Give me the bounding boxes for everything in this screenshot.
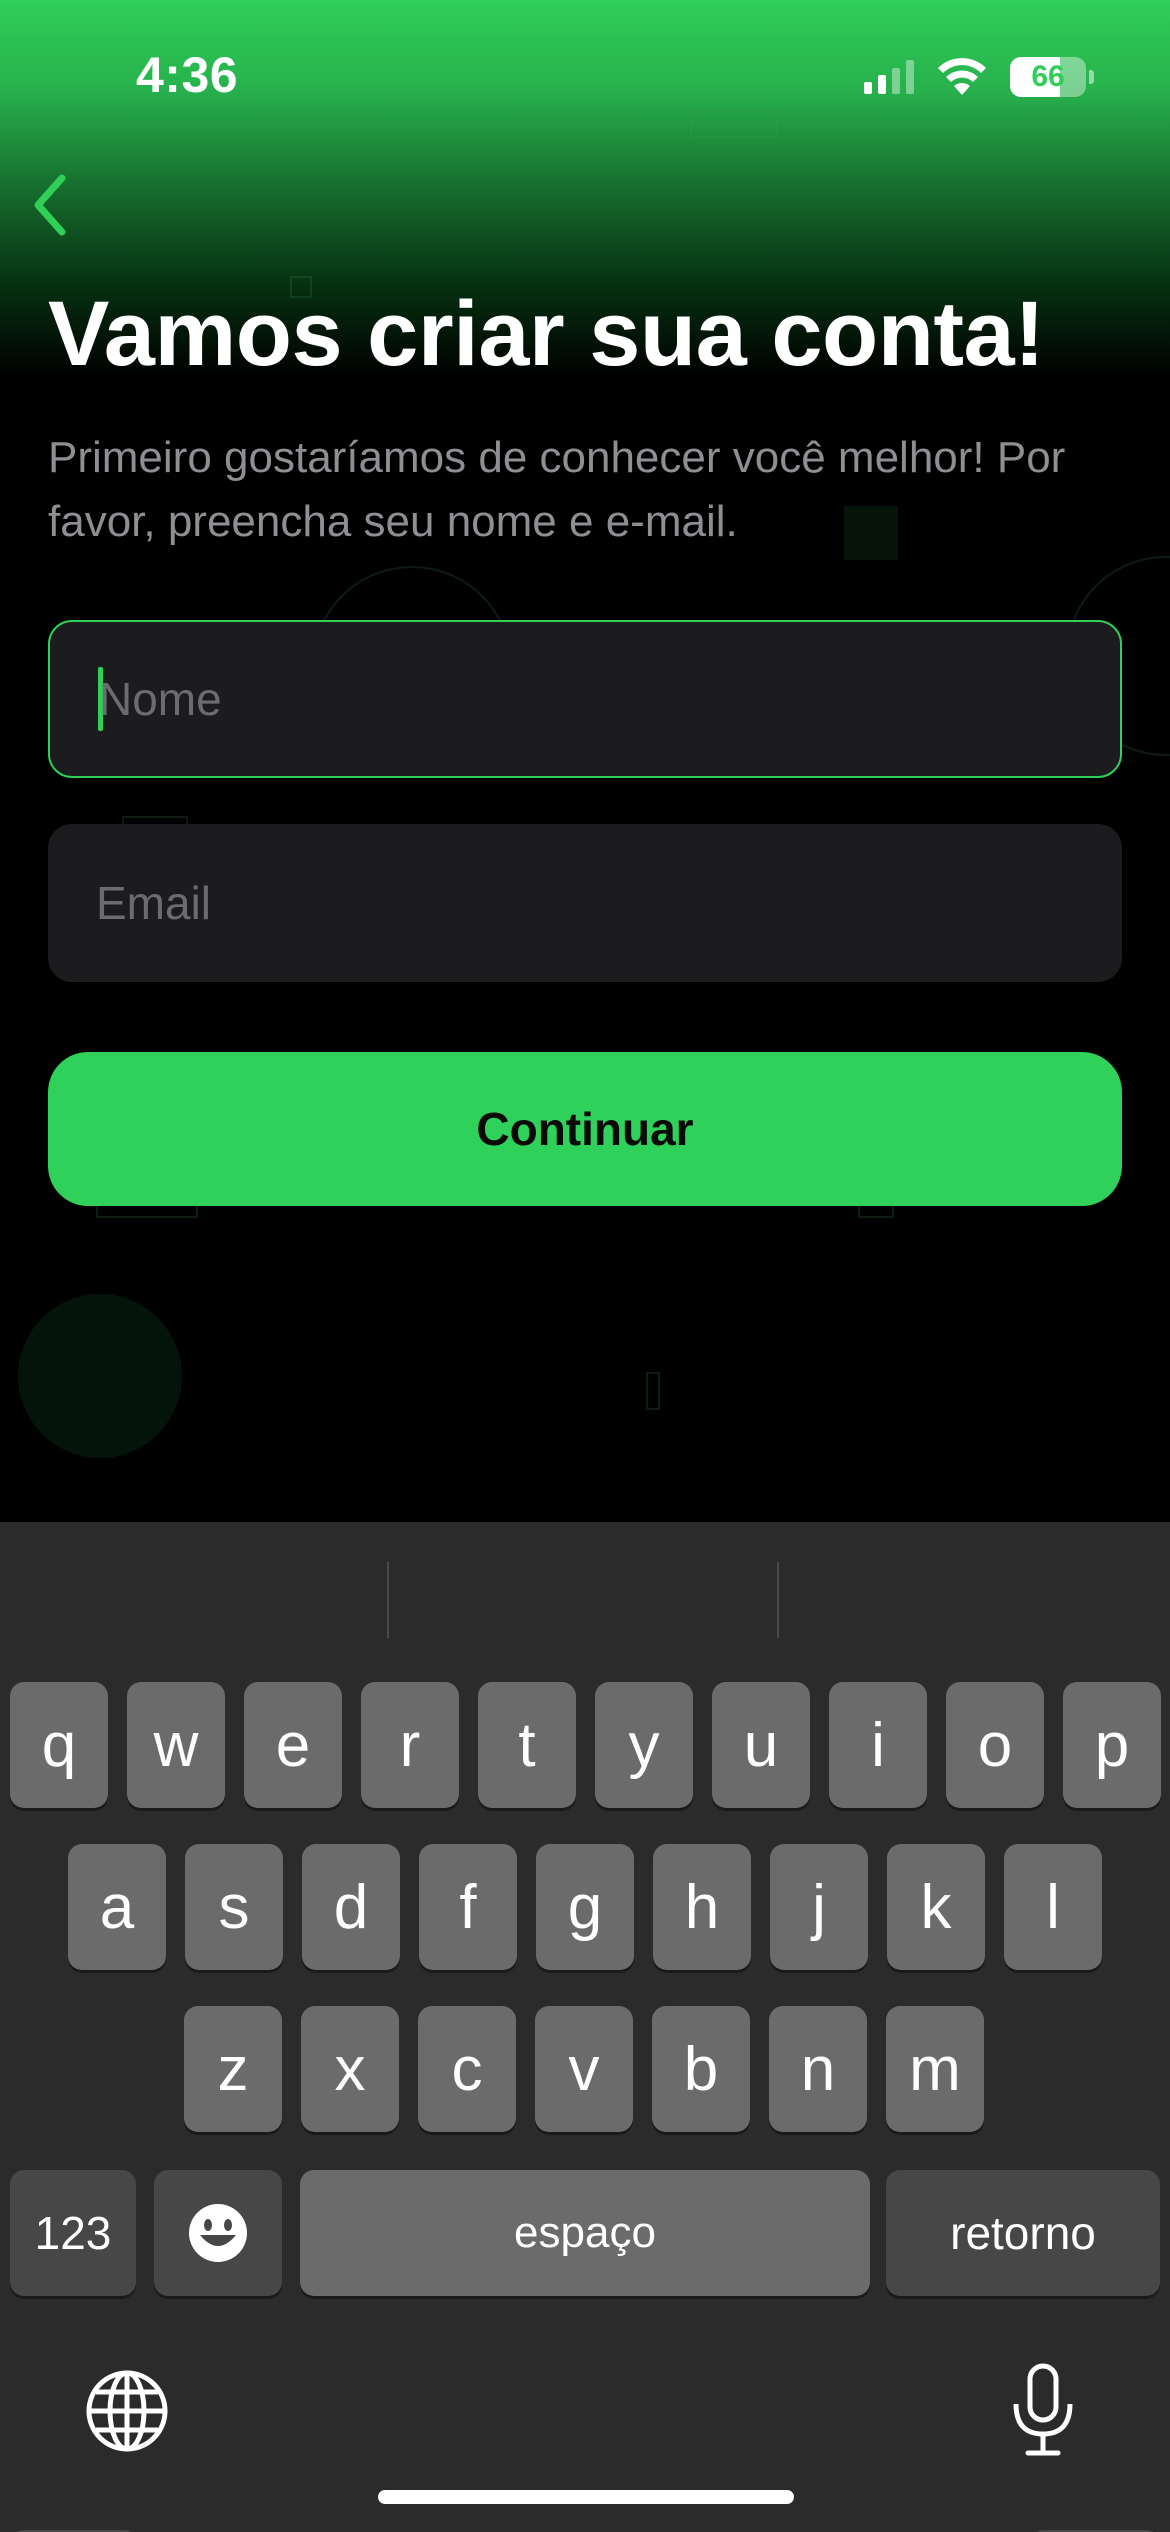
email-field[interactable] <box>48 824 1122 982</box>
key-e[interactable]: e <box>244 1682 342 1808</box>
page-subtitle: Primeiro gostaríamos de conhecer você me… <box>48 433 1066 546</box>
wifi-icon <box>938 58 986 95</box>
suggestion-divider <box>387 1562 389 1638</box>
key-h[interactable]: h <box>653 1844 751 1970</box>
numbers-key[interactable]: 123 <box>10 2170 136 2296</box>
return-key[interactable]: retorno <box>886 2170 1160 2296</box>
key-i[interactable]: i <box>829 1682 927 1808</box>
key-r[interactable]: r <box>361 1682 459 1808</box>
page-title: Vamos criar sua conta! <box>48 283 1045 385</box>
battery-icon: 66 <box>1010 57 1094 97</box>
key-m[interactable]: m <box>886 2006 984 2132</box>
status-icons: 66 <box>864 54 1094 100</box>
name-field[interactable] <box>48 620 1122 778</box>
continue-button[interactable]: Continuar <box>48 1052 1122 1206</box>
key-k[interactable]: k <box>887 1844 985 1970</box>
key-a[interactable]: a <box>68 1844 166 1970</box>
background-decoration <box>18 1294 182 1458</box>
key-s[interactable]: s <box>185 1844 283 1970</box>
name-input[interactable] <box>99 672 1120 726</box>
globe-button[interactable] <box>84 2368 170 2454</box>
key-x[interactable]: x <box>301 2006 399 2132</box>
cellular-signal-icon <box>864 60 914 94</box>
key-w[interactable]: w <box>127 1682 225 1808</box>
key-z[interactable]: z <box>184 2006 282 2132</box>
space-key[interactable]: espaço <box>300 2170 870 2296</box>
key-o[interactable]: o <box>946 1682 1044 1808</box>
key-q[interactable]: q <box>10 1682 108 1808</box>
home-indicator <box>378 2490 794 2504</box>
signup-screen: 4:36 66 Vamos criar sua conta! Primeiro … <box>0 0 1170 2532</box>
key-n[interactable]: n <box>769 2006 867 2132</box>
email-input[interactable] <box>96 876 1122 930</box>
key-d[interactable]: d <box>302 1844 400 1970</box>
globe-icon <box>86 2370 168 2452</box>
suggestion-divider <box>777 1562 779 1638</box>
key-f[interactable]: f <box>419 1844 517 1970</box>
key-l[interactable]: l <box>1004 1844 1102 1970</box>
key-b[interactable]: b <box>652 2006 750 2132</box>
emoji-key[interactable] <box>154 2170 282 2296</box>
key-v[interactable]: v <box>535 2006 633 2132</box>
back-button[interactable] <box>20 170 80 240</box>
microphone-icon <box>1013 2363 1073 2456</box>
key-u[interactable]: u <box>712 1682 810 1808</box>
background-decoration <box>690 110 778 138</box>
key-y[interactable]: y <box>595 1682 693 1808</box>
battery-percent: 66 <box>1031 60 1065 93</box>
status-time: 4:36 <box>136 47 239 103</box>
emoji-icon <box>189 2204 247 2262</box>
chevron-left-icon <box>34 174 66 236</box>
key-j[interactable]: j <box>770 1844 868 1970</box>
key-p[interactable]: p <box>1063 1682 1161 1808</box>
key-c[interactable]: c <box>418 2006 516 2132</box>
dictation-button[interactable] <box>1008 2362 1078 2458</box>
key-t[interactable]: t <box>478 1682 576 1808</box>
key-g[interactable]: g <box>536 1844 634 1970</box>
background-decoration <box>646 1372 660 1410</box>
